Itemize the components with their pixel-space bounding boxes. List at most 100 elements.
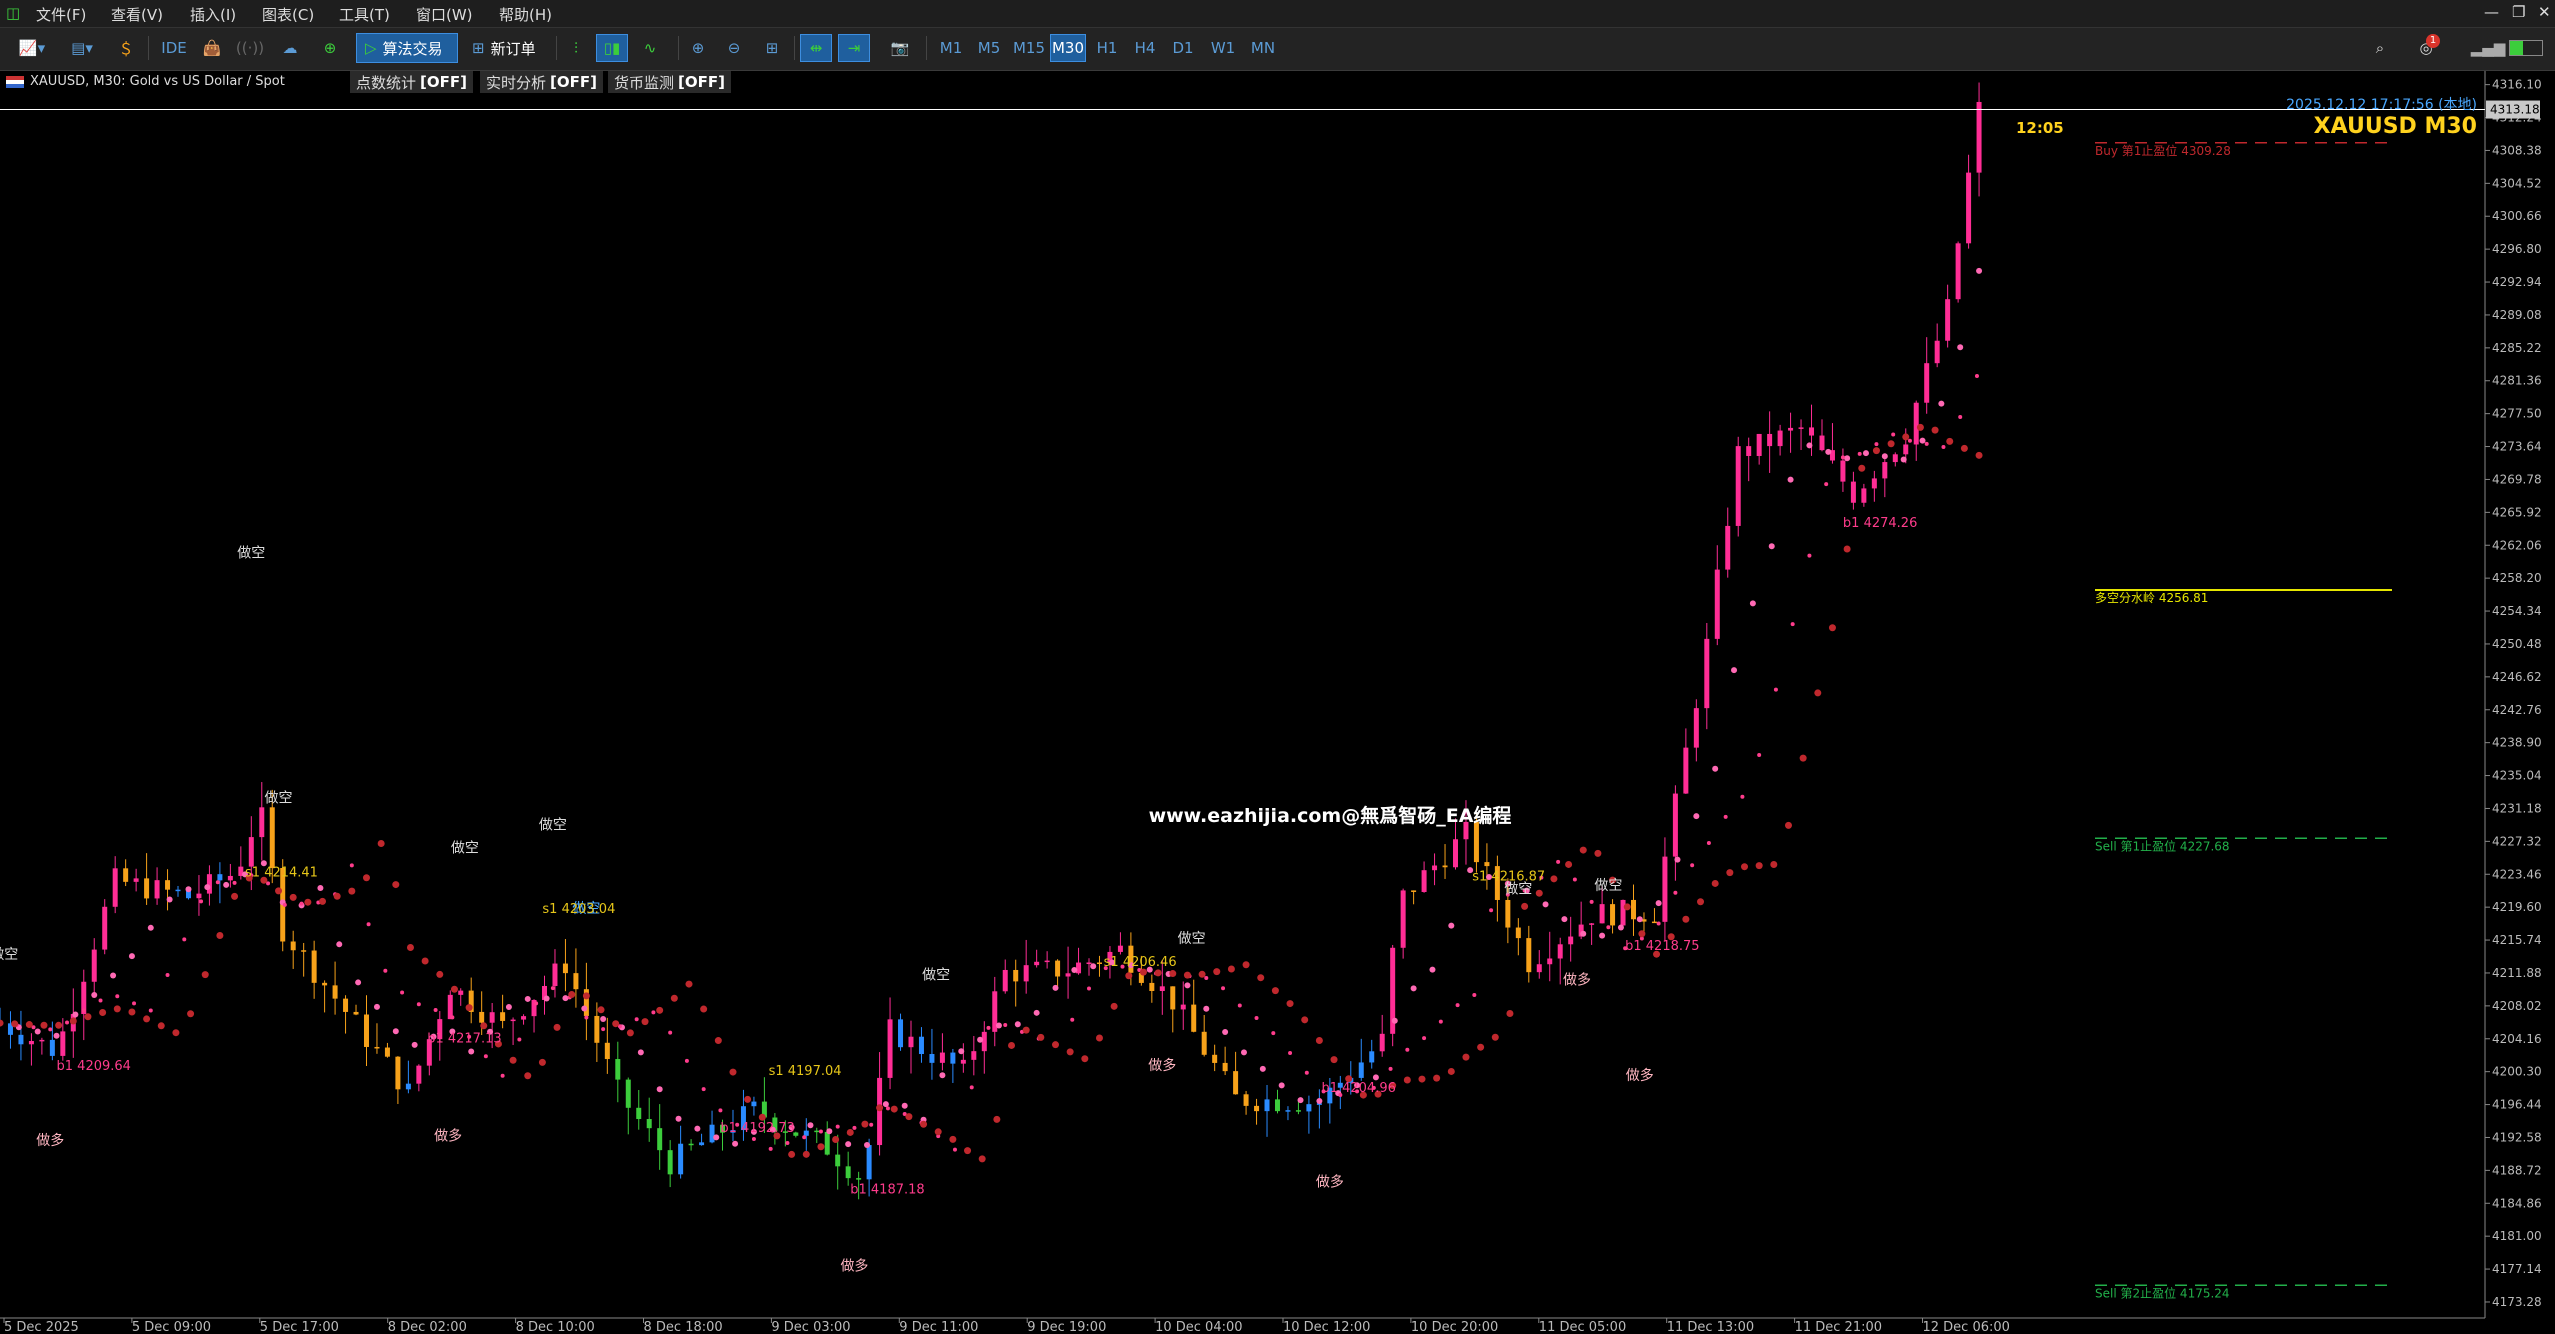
candle-body xyxy=(1945,299,1951,341)
screenshot-icon[interactable]: 📷 xyxy=(884,34,916,62)
candle-body xyxy=(521,1016,527,1020)
candle-body xyxy=(1222,1062,1228,1072)
slow-ma-dot xyxy=(1110,1002,1118,1010)
zoom-out-icon[interactable]: ⊖ xyxy=(720,34,748,62)
candle-body xyxy=(887,1019,893,1078)
line-chart-icon[interactable]: 📈▾ xyxy=(12,34,52,62)
candle-body xyxy=(1756,433,1762,456)
bar-chart-icon[interactable]: ⫶ xyxy=(562,34,590,62)
slow-ma-dot xyxy=(670,994,678,1002)
slow-ma-dot xyxy=(172,1029,180,1037)
signal-label: 做空 xyxy=(922,968,950,984)
candle-body xyxy=(971,1051,977,1060)
menu-charts[interactable]: 图表(C) xyxy=(262,4,314,25)
candle-body xyxy=(1777,430,1783,447)
candle-body xyxy=(573,973,579,990)
candle-body xyxy=(678,1143,684,1175)
mid-ma-dot xyxy=(751,1137,756,1142)
slow-ma-dot xyxy=(1462,1053,1470,1061)
search-icon[interactable]: ⌕ xyxy=(2366,34,2394,62)
fast-ma-dot xyxy=(34,1028,41,1035)
slow-ma-dot xyxy=(1154,969,1162,977)
candlestick-icon[interactable]: ▯▮ xyxy=(596,34,628,62)
candle-body xyxy=(39,1039,45,1042)
chart-shift-icon[interactable]: ⇥ xyxy=(838,34,870,62)
fast-ma-dot xyxy=(1825,448,1832,455)
tile-icon[interactable]: ⊞ xyxy=(758,34,786,62)
menu-view[interactable]: 查看(V) xyxy=(111,4,163,25)
close-icon[interactable]: ✕ xyxy=(2538,3,2551,21)
menu-file[interactable]: 文件(F) xyxy=(36,4,86,25)
mid-ma-dot xyxy=(1422,1036,1427,1041)
slow-ma-dot xyxy=(978,1155,986,1163)
mid-ma-dot xyxy=(1690,863,1695,868)
auto-scroll-icon[interactable]: ⇹ xyxy=(800,34,832,62)
restore-icon[interactable]: ❐ xyxy=(2512,3,2525,21)
fast-ma-dot xyxy=(562,995,569,1002)
slow-ma-dot xyxy=(128,1008,136,1016)
status-button-realtime-analysis[interactable]: 实时分析 [OFF] xyxy=(480,71,603,93)
candle-body xyxy=(657,1128,663,1151)
cloud-icon[interactable]: ☁ xyxy=(274,34,306,62)
timeframe-m15[interactable]: M15 xyxy=(1010,34,1048,62)
status-button-currency-monitor[interactable]: 货币监测 [OFF] xyxy=(608,71,731,93)
candle-body xyxy=(960,1059,966,1064)
price-tick-label: 4196.44 xyxy=(2492,1098,2542,1112)
menu-insert[interactable]: 插入(I) xyxy=(190,4,236,25)
timeframe-w1[interactable]: W1 xyxy=(1210,34,1236,62)
timeframe-d1[interactable]: D1 xyxy=(1170,34,1196,62)
candle-body xyxy=(824,1131,830,1155)
candle-body xyxy=(594,1015,600,1043)
slow-ma-dot xyxy=(656,1006,664,1014)
fast-ma-dot xyxy=(637,1049,644,1056)
timeframe-mn[interactable]: MN xyxy=(1248,34,1278,62)
fast-ma-dot xyxy=(524,995,531,1002)
menu-help[interactable]: 帮助(H) xyxy=(499,4,552,25)
fast-ma-dot xyxy=(204,884,211,891)
dollar-icon[interactable]: ＄ xyxy=(112,34,140,62)
ide-button[interactable]: IDE xyxy=(158,34,190,62)
fast-ma-dot xyxy=(166,896,173,903)
signal-icon[interactable]: ((·)) xyxy=(236,34,264,62)
candle-body xyxy=(1788,427,1794,431)
template-icon[interactable]: ▤▾ xyxy=(60,34,104,62)
slow-ma-dot xyxy=(377,839,385,847)
slow-ma-dot xyxy=(993,1115,1001,1123)
timeframe-m1[interactable]: M1 xyxy=(936,34,966,62)
candle-body xyxy=(1735,446,1741,526)
candle-body xyxy=(636,1107,642,1120)
slow-ma-dot xyxy=(1931,426,1939,434)
price-tick-label: 4254.34 xyxy=(2492,604,2542,618)
price-chart[interactable]: 4316.104312.244308.384304.524300.664296.… xyxy=(0,71,2555,1334)
timeframe-m5[interactable]: M5 xyxy=(974,34,1004,62)
menu-window[interactable]: 窗口(W) xyxy=(416,4,473,25)
new-order-button[interactable]: ⊞ 新订单 xyxy=(464,33,550,63)
algo-trading-button[interactable]: ▷ 算法交易 xyxy=(356,33,458,63)
fast-ma-dot xyxy=(1636,916,1643,923)
slow-ma-dot xyxy=(1814,689,1822,697)
notifications-icon[interactable]: ◎ 1 xyxy=(2410,34,2442,62)
mid-ma-dot xyxy=(1874,442,1879,447)
timeframe-h4[interactable]: H4 xyxy=(1132,34,1158,62)
globe-icon[interactable]: ⊕ xyxy=(314,34,346,62)
menu-tools[interactable]: 工具(T) xyxy=(339,4,390,25)
fast-ma-dot xyxy=(1429,966,1436,973)
timeframe-h1[interactable]: H1 xyxy=(1094,34,1120,62)
chart-area[interactable]: 4316.104312.244308.384304.524300.664296.… xyxy=(0,71,2555,1334)
mid-ma-dot xyxy=(1723,814,1728,819)
mid-ma-dot xyxy=(802,1135,807,1140)
minimize-icon[interactable]: — xyxy=(2484,3,2499,21)
signal-label: 做空 xyxy=(1594,878,1622,894)
zoom-in-icon[interactable]: ⊕ xyxy=(684,34,712,62)
slow-ma-dot xyxy=(1213,968,1221,976)
candle-body xyxy=(175,889,181,892)
status-button-point-stats[interactable]: 点数统计 [OFF] xyxy=(350,71,473,93)
slow-ma-dot xyxy=(1828,624,1836,632)
slow-ma-dot xyxy=(1198,970,1206,978)
fast-ma-dot xyxy=(91,992,98,999)
bag-icon[interactable]: 👜 xyxy=(198,34,226,62)
mid-ma-dot xyxy=(1958,414,1963,419)
signal-strength-icon: ▂▄▆ xyxy=(2470,39,2506,57)
line-icon[interactable]: ∿ xyxy=(636,34,664,62)
timeframe-m30[interactable]: M30 xyxy=(1050,34,1086,62)
